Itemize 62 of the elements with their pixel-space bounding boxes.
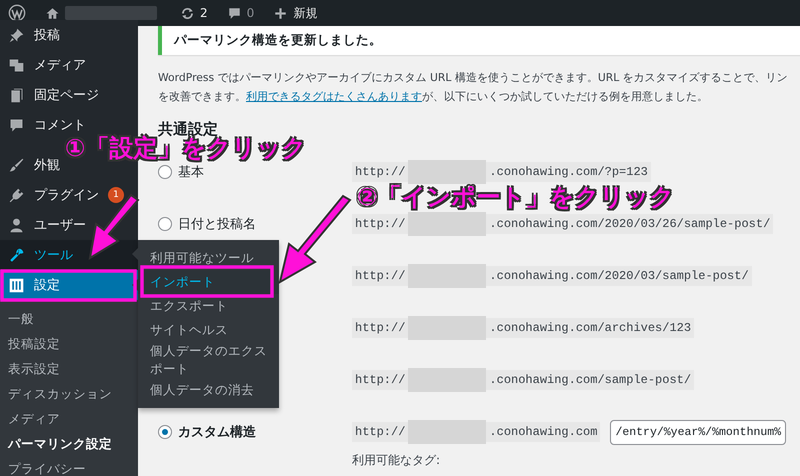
- menu-item[interactable]: 固定ページ: [0, 80, 138, 110]
- submenu-item[interactable]: 表示設定: [0, 357, 138, 382]
- custom-structure-field[interactable]: /entry/%year%/%monthnum%: [610, 420, 786, 444]
- url-path: .conohawing.com/archives/123: [486, 318, 694, 338]
- new-link[interactable]: 新規: [293, 4, 318, 22]
- comment-icon: [8, 116, 25, 134]
- logo-icon[interactable]: [8, 4, 26, 22]
- section-heading: 共通設定: [158, 120, 219, 138]
- menu-item[interactable]: 投稿: [0, 20, 138, 50]
- user-icon: [8, 216, 25, 234]
- intro-text: を改善できます。利用できるタグはたくさんありますが、以下にいくつか試していただける例を用意しました。: [158, 89, 709, 105]
- intro-text: WordPress ではパーマリンクやアーカイブにカスタム URL 構造を使うことができます。URL をカスタマイズすることで、リン: [158, 70, 789, 86]
- tags-link[interactable]: 利用できるタグはたくさんあります: [246, 90, 422, 103]
- home-icon[interactable]: [45, 6, 60, 20]
- flyout-menu-item[interactable]: 個人データの消去: [138, 378, 279, 402]
- url-prefix: http://: [352, 318, 408, 338]
- sliders-icon: [8, 276, 25, 294]
- url-path: .conohawing.com/2020/03/sample-post/: [486, 266, 752, 286]
- submenu-item[interactable]: パーマリンク設定: [0, 432, 138, 457]
- url-prefix: http://: [352, 422, 408, 442]
- submenu-item[interactable]: メディア: [0, 407, 138, 432]
- pin-icon: [8, 26, 25, 44]
- menu-item[interactable]: ユーザー: [0, 210, 138, 240]
- notice-text: パーマリンク構造を更新しました。: [174, 32, 382, 49]
- submenu-item[interactable]: プライバシー: [0, 457, 138, 476]
- flyout-menu-item[interactable]: エクスポート: [138, 294, 279, 318]
- flyout-menu-item[interactable]: インポート: [138, 270, 279, 294]
- wrench-icon: [8, 246, 25, 264]
- media-icon: [8, 56, 25, 74]
- url-path: .conohawing.com/?p=123: [486, 162, 651, 182]
- menu-item[interactable]: ツール: [0, 240, 138, 270]
- radio-button[interactable]: [158, 425, 172, 439]
- flyout-menu-item[interactable]: 利用可能なツール: [138, 246, 279, 270]
- tags-label: 利用可能なタグ:: [351, 452, 442, 469]
- submenu-item[interactable]: ディスカッション: [0, 382, 138, 407]
- url-path: .conohawing.com/2020/03/26/sample-post/: [486, 214, 774, 234]
- option-label: カスタム構造: [178, 424, 256, 441]
- url-prefix: http://: [352, 370, 408, 390]
- comment-count[interactable]: 0: [246, 6, 254, 20]
- update-count[interactable]: 2: [200, 6, 208, 20]
- update-badge: 1: [108, 187, 124, 203]
- submenu-item[interactable]: 投稿設定: [0, 332, 138, 357]
- flyout-menu-item[interactable]: 個人データのエクスポート: [138, 342, 279, 378]
- url-path: .conohawing.com/sample-post/: [486, 370, 694, 390]
- plug-icon: [8, 186, 25, 204]
- comment-icon[interactable]: [226, 6, 242, 20]
- radio-button[interactable]: [158, 217, 172, 231]
- plus-icon[interactable]: [273, 6, 288, 20]
- url-prefix: http://: [352, 214, 408, 234]
- url-prefix: http://: [352, 162, 408, 182]
- menu-item[interactable]: プラグイン 1: [0, 180, 138, 210]
- url-path: .conohawing.com: [486, 422, 600, 442]
- option-label: 日付と投稿名: [178, 216, 256, 233]
- radio-button[interactable]: [158, 165, 172, 179]
- annotation-text: ②「インポート」をクリック: [357, 184, 674, 210]
- url-prefix: http://: [352, 266, 408, 286]
- brush-icon: [8, 156, 25, 174]
- submenu-item[interactable]: 一般: [0, 307, 138, 332]
- option-label: 基本: [178, 164, 204, 181]
- flyout-menu-item[interactable]: サイトヘルス: [138, 318, 279, 342]
- menu-item[interactable]: メディア: [0, 50, 138, 80]
- refresh-icon[interactable]: [180, 6, 195, 20]
